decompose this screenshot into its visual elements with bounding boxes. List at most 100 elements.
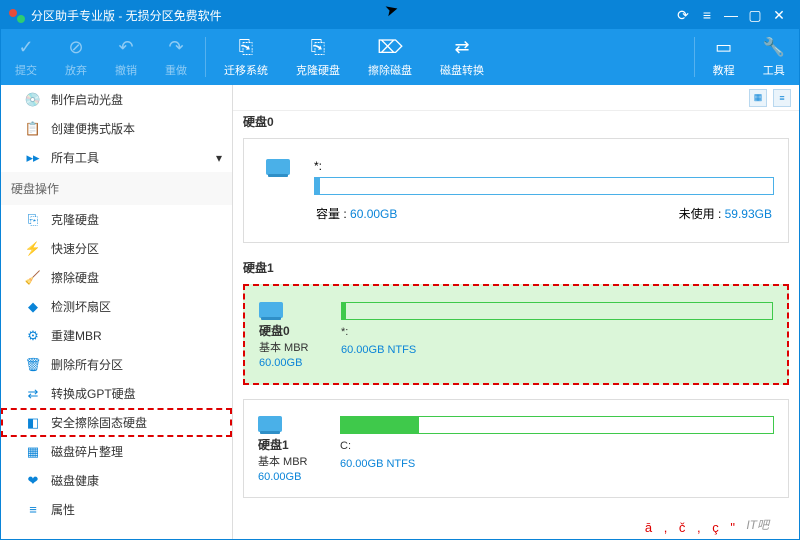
item-label: 擦除硬盘 <box>51 269 99 286</box>
toolbar: ✓提交 ⊘放弃 ↶撤销 ↷重做 ⎘迁移系统 ⎘克隆硬盘 ⌦擦除磁盘 ⇄磁盘转换 … <box>1 29 799 85</box>
refresh-icon[interactable]: ⟳ <box>671 3 695 27</box>
part-letter: *: <box>341 326 348 338</box>
tutorial-button[interactable]: ▭教程 <box>699 29 749 85</box>
chevron-down-icon: ▾ <box>216 151 222 165</box>
sidebar-op-item-0[interactable]: ⎘ 克隆硬盘 <box>1 205 232 234</box>
book-icon: ▭ <box>715 37 732 59</box>
item-label: 重建MBR <box>51 327 102 344</box>
item-icon: ≡ <box>25 502 41 518</box>
convert-button[interactable]: ⇄磁盘转换 <box>426 29 498 85</box>
commit-button[interactable]: ✓提交 <box>1 29 51 85</box>
sidebar-top-item-2[interactable]: ▸▸ 所有工具 ▾ <box>1 143 232 172</box>
item-label: 删除所有分区 <box>51 356 123 373</box>
sidebar-op-item-3[interactable]: ◆ 检测坏扇区 <box>1 292 232 321</box>
wipe-icon: ⌦ <box>377 37 402 59</box>
convert-icon: ⇄ <box>454 37 469 59</box>
item-icon: ▸▸ <box>25 150 41 166</box>
clone-button[interactable]: ⎘克隆硬盘 <box>282 29 354 85</box>
check-icon: ✓ <box>18 37 33 59</box>
clone-icon: ⎘ <box>311 37 325 59</box>
redo-icon: ↷ <box>168 37 183 59</box>
disk-icon <box>258 416 282 432</box>
cancel-icon: ⊘ <box>68 37 83 59</box>
item-icon: ▦ <box>25 444 41 460</box>
disk-card-0[interactable]: 硬盘0 基本 MBR 60.00GB *: 60.00GB NTFS <box>243 284 789 385</box>
minimize-icon[interactable]: ― <box>719 3 743 27</box>
part-letter: C: <box>340 440 351 452</box>
part-info: 60.00GB NTFS <box>340 458 415 470</box>
item-label: 克隆硬盘 <box>51 211 99 228</box>
item-label: 检测坏扇区 <box>51 298 111 315</box>
view-grid-icon[interactable]: ▦ <box>749 89 767 107</box>
menu-icon[interactable]: ≡ <box>695 3 719 27</box>
maximize-icon[interactable]: ▢ <box>743 3 767 27</box>
sidebar-op-item-10[interactable]: ≡ 属性 <box>1 495 232 524</box>
sidebar: 💿制作启动光盘 📋 创建便携式版本 ▸▸ 所有工具 ▾ 硬盘操作 ⎘ 克隆硬盘 ⚡快速分区 🧹 擦… <box>1 85 233 539</box>
undo-icon: ↶ <box>118 37 133 59</box>
item-icon: ⇄ <box>25 386 41 402</box>
item-icon: ❤ <box>25 473 41 489</box>
sidebar-top-item-0[interactable]: 💿制作启动光盘 <box>1 85 232 114</box>
partition-bar <box>340 416 774 434</box>
disk-icon <box>266 159 290 175</box>
disk-size: 60.00GB <box>259 357 302 369</box>
view-list-icon[interactable]: ≡ <box>773 89 791 107</box>
disk0-title: 硬盘0 <box>233 111 799 132</box>
undo-button[interactable]: ↶撤销 <box>101 29 151 85</box>
disk-name: 硬盘0 <box>259 322 290 339</box>
discard-button[interactable]: ⊘放弃 <box>51 29 101 85</box>
sidebar-op-item-4[interactable]: ⚙ 重建MBR <box>1 321 232 350</box>
sidebar-op-item-6[interactable]: ⇄ 转换成GPT硬盘 <box>1 379 232 408</box>
item-label: 快速分区 <box>51 240 99 257</box>
item-label: 属性 <box>51 501 75 518</box>
migrate-icon: ⎘ <box>239 37 253 59</box>
sidebar-header: 硬盘操作 <box>1 172 232 205</box>
sidebar-op-item-9[interactable]: ❤ 磁盘健康 <box>1 466 232 495</box>
sidebar-op-item-8[interactable]: ▦ 磁盘碎片整理 <box>1 437 232 466</box>
disk-type: 基本 MBR <box>259 339 309 355</box>
item-icon: 📋 <box>25 121 41 137</box>
ime-candidates[interactable]: ā , č , ç " <box>645 520 739 535</box>
view-toolbar: ▦ ≡ <box>233 85 799 111</box>
sidebar-op-item-2[interactable]: 🧹 擦除硬盘 <box>1 263 232 292</box>
disk-icon <box>259 302 283 318</box>
content-area: ▦ ≡ 硬盘0 *: 容量 : 60.00GB 未使用 : 59.93GB 硬盘… <box>233 85 799 539</box>
titlebar: 分区助手专业版 - 无损分区免费软件 ⟳ ≡ ― ▢ ✕ <box>1 1 799 29</box>
disk-type: 基本 MBR <box>258 453 308 469</box>
item-label: 创建便携式版本 <box>51 120 135 137</box>
item-icon: ◆ <box>25 299 41 315</box>
disk0-usage-bar <box>314 177 774 195</box>
part-info: 60.00GB NTFS <box>341 344 416 356</box>
watermark: IT吧 <box>746 516 769 533</box>
item-label: 所有工具 <box>51 149 99 166</box>
item-icon: 🧹 <box>25 270 41 286</box>
migrate-button[interactable]: ⎘迁移系统 <box>210 29 282 85</box>
item-icon: 💿 <box>25 92 41 108</box>
app-logo-icon <box>9 7 25 23</box>
item-label: 转换成GPT硬盘 <box>51 385 136 402</box>
close-icon[interactable]: ✕ <box>767 3 791 27</box>
item-label: 磁盘碎片整理 <box>51 443 123 460</box>
disk-name: 硬盘1 <box>258 436 289 453</box>
item-icon: ⚙ <box>25 328 41 344</box>
sidebar-op-item-7[interactable]: ◧ 安全擦除固态硬盘 <box>1 408 232 437</box>
partition-bar <box>341 302 773 320</box>
disk-size: 60.00GB <box>258 471 301 483</box>
wrench-icon: 🔧 <box>763 37 785 59</box>
tools-button[interactable]: 🔧工具 <box>749 29 799 85</box>
window-title: 分区助手专业版 - 无损分区免费软件 <box>31 7 222 24</box>
disk0-summary[interactable]: *: 容量 : 60.00GB 未使用 : 59.93GB <box>243 138 789 243</box>
item-label: 磁盘健康 <box>51 472 99 489</box>
wipe-button[interactable]: ⌦擦除磁盘 <box>354 29 426 85</box>
disk0-part-label: *: <box>314 159 774 173</box>
item-icon: 🗑 <box>25 357 41 373</box>
item-label: 安全擦除固态硬盘 <box>51 414 147 431</box>
item-icon: ◧ <box>25 415 41 431</box>
sidebar-top-item-1[interactable]: 📋 创建便携式版本 <box>1 114 232 143</box>
sidebar-op-item-5[interactable]: 🗑 删除所有分区 <box>1 350 232 379</box>
item-icon: ⎘ <box>25 212 41 228</box>
sidebar-op-item-1[interactable]: ⚡快速分区 <box>1 234 232 263</box>
disk-card-1[interactable]: 硬盘1 基本 MBR 60.00GB C: 60.00GB NTFS <box>243 399 789 498</box>
redo-button[interactable]: ↷重做 <box>151 29 201 85</box>
disk1-title: 硬盘1 <box>233 257 799 278</box>
